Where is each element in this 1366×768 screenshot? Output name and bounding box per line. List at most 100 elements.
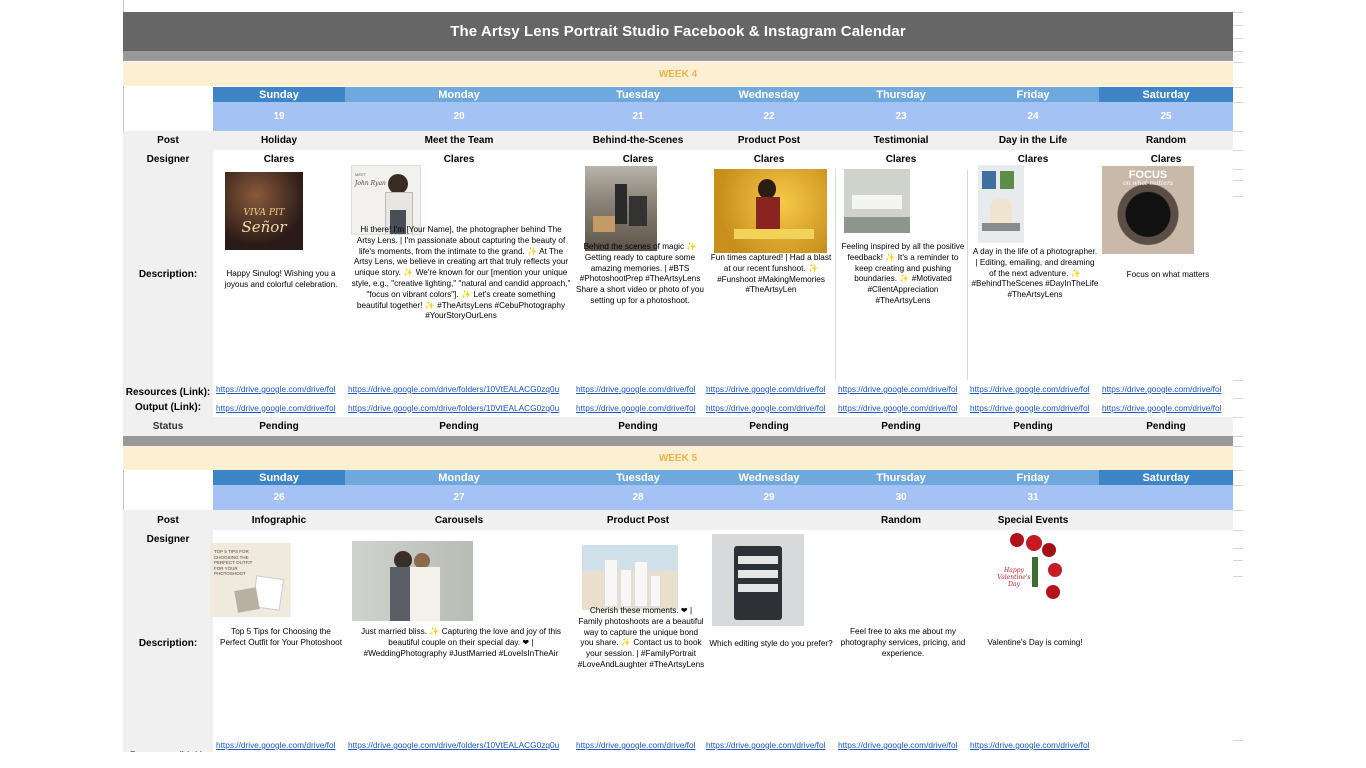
right-gridlines (1233, 0, 1245, 768)
date-27: 27 (453, 492, 465, 503)
date-24: 24 (1027, 111, 1039, 122)
resource-link[interactable]: https://drive.google.com/drive/fol (703, 380, 835, 398)
post-type: Behind-the-Scenes (592, 135, 684, 146)
week-divider (123, 436, 1233, 446)
description-text: Hi there! I'm [Your Name], the photograp… (351, 225, 571, 321)
day-sunday: Sunday (213, 87, 345, 102)
resource-link[interactable]: https://drive.google.com/drive/fol (213, 738, 345, 752)
designer-name: Clares (885, 154, 917, 165)
date-22: 22 (763, 111, 775, 122)
post-type: Special Events (997, 514, 1069, 526)
day-tuesday: Tuesday (573, 470, 703, 485)
description-text: Behind the scenes of magic ✨ Getting rea… (576, 242, 704, 305)
week4-status-row: Status Pending Pending Pending Pending P… (123, 417, 1233, 436)
editing-style-image (712, 534, 804, 626)
day-friday: Friday (967, 470, 1099, 485)
description-text: A day in the life of a photographer. | E… (971, 247, 1099, 300)
resources-label: Resources (Link): (123, 380, 213, 398)
day-wednesday: Wednesday (703, 470, 835, 485)
output-link[interactable]: https://drive.google.com/drive/fol (967, 398, 1099, 417)
output-link[interactable]: https://drive.google.com/drive/fol (835, 398, 967, 417)
output-label: Output (Link): (123, 398, 213, 417)
title-divider (123, 51, 1233, 61)
focus-lens-image: FOCUS on what matters (1102, 166, 1194, 254)
post-type: Product Post (737, 135, 801, 146)
infographic-image: TOP 5 TIPS FOR CHOOSING THE PERFECT OUTF… (210, 543, 291, 617)
designer-name: Clares (753, 154, 785, 165)
week4-day-header-row: Sunday Monday Tuesday Wednesday Thursday… (123, 87, 1233, 102)
week4-description-row: Description: VIVA PIT Señor Happy Sinulo… (123, 165, 1233, 380)
description-label: Description: (123, 548, 213, 738)
calendar-sheet: The Artsy Lens Portrait Studio Facebook … (123, 0, 1233, 768)
family-photoshoot-image (582, 545, 678, 610)
week4-date-row: 19 20 21 22 23 24 25 (123, 102, 1233, 131)
week4-resources-row: Resources (Link): https://drive.google.c… (123, 380, 1233, 398)
day-friday: Friday (967, 87, 1099, 102)
output-link[interactable]: https://drive.google.com/drive/fol (573, 398, 703, 417)
resource-link[interactable]: https://drive.google.com/drive/folders/1… (345, 738, 573, 752)
product-post-image (714, 169, 827, 253)
output-link[interactable]: https://drive.google.com/drive/fol (213, 398, 345, 417)
date-23: 23 (895, 111, 907, 122)
output-link[interactable]: https://drive.google.com/drive/fol (703, 398, 835, 417)
valentines-roses-image: Happy Valentine's Day (992, 533, 1067, 611)
designer-name: Clares (263, 154, 295, 165)
post-type: Product Post (606, 514, 670, 526)
day-tuesday: Tuesday (573, 87, 703, 102)
description-text: Happy Sinulog! Wishing you a joyous and … (224, 269, 338, 289)
status-badge: Pending (881, 421, 921, 432)
description-text: Just married bliss. ✨ Capturing the love… (361, 627, 561, 658)
week5-date-row: 26 27 28 29 30 31 (123, 485, 1233, 510)
description-label: Description: (123, 169, 213, 380)
post-type: Random (1146, 135, 1186, 146)
resource-link[interactable]: https://drive.google.com/drive/fol (835, 380, 967, 398)
week4-designer-row: Designer Clares Clares Clares Clares Cla… (123, 150, 1233, 169)
resource-link[interactable]: https://drive.google.com/drive/fol (1099, 380, 1233, 398)
resource-link[interactable]: https://drive.google.com/drive/fol (967, 738, 1099, 752)
day-wednesday: Wednesday (703, 87, 835, 102)
week5-resources-row: Resources (Link): https://drive.google.c… (123, 738, 1233, 760)
resource-link[interactable]: https://drive.google.com/drive/folders/1… (345, 380, 573, 398)
post-type (703, 510, 835, 530)
post-type: Meet the Team (424, 135, 494, 146)
week4-post-row: Post Holiday Meet the Team Behind-the-Sc… (123, 131, 1233, 150)
week5-post-row: Post Infographic Carousels Product Post … (123, 510, 1233, 530)
resource-link[interactable]: https://drive.google.com/drive/fol (213, 380, 345, 398)
date-25: 25 (1160, 111, 1172, 122)
description-text: Which editing style do you prefer? (709, 639, 833, 648)
resource-link[interactable]: https://drive.google.com/drive/fol (835, 738, 967, 752)
date-28: 28 (632, 492, 644, 503)
description-text: Cherish these moments. ❤ | Family photos… (577, 606, 705, 669)
description-text: Fun times captured! | Had a blast at our… (710, 253, 832, 295)
week4-label: WEEK 4 (123, 62, 1233, 86)
post-type: Carousels (434, 514, 484, 526)
post-type: Infographic (251, 514, 307, 526)
day-in-the-life-image (978, 165, 1024, 243)
date-30: 30 (895, 492, 907, 503)
day-sunday: Sunday (213, 470, 345, 485)
day-thursday: Thursday (835, 87, 967, 102)
post-type: Random (881, 514, 921, 526)
description-text: Feeling inspired by all the positive fee… (841, 242, 965, 305)
day-thursday: Thursday (835, 470, 967, 485)
resource-link[interactable]: https://drive.google.com/drive/fol (703, 738, 835, 752)
day-monday: Monday (345, 470, 573, 485)
day-monday: Monday (345, 87, 573, 102)
description-text: Focus on what matters (1126, 270, 1210, 279)
post-type: Holiday (260, 135, 298, 146)
date-21: 21 (632, 111, 644, 122)
week5-description-row: Description: TOP 5 TIPS FOR CHOOSING THE… (123, 533, 1233, 738)
status-badge: Pending (618, 421, 658, 432)
resource-link[interactable]: https://drive.google.com/drive/fol (573, 738, 703, 752)
resource-link[interactable]: https://drive.google.com/drive/fol (967, 380, 1099, 398)
status-badge: Pending (259, 421, 299, 432)
post-label: Post (157, 135, 179, 146)
designer-label: Designer (123, 150, 213, 169)
output-link[interactable]: https://drive.google.com/drive/fol (1099, 398, 1233, 417)
status-badge: Pending (1013, 421, 1053, 432)
day-saturday: Saturday (1099, 87, 1233, 102)
resource-link[interactable]: https://drive.google.com/drive/fol (573, 380, 703, 398)
week5-day-header-row: Sunday Monday Tuesday Wednesday Thursday… (123, 470, 1233, 485)
output-link[interactable]: https://drive.google.com/drive/folders/1… (345, 398, 573, 417)
post-type: Day in the Life (998, 135, 1068, 146)
